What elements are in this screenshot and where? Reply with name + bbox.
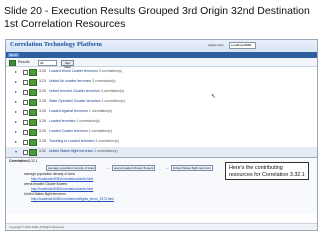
result-score: 3.25 xyxy=(39,139,46,143)
result-label[interactable]: United States flight terrorism 1 correla… xyxy=(49,149,117,153)
expand-caret-icon[interactable]: ▸ xyxy=(15,139,17,144)
result-icon xyxy=(29,119,37,126)
expand-caret-icon[interactable]: ▾ xyxy=(15,149,17,154)
row-checkbox[interactable] xyxy=(23,149,28,155)
app-header: Correlation Technology Platform Applet H… xyxy=(6,40,317,52)
result-label[interactable]: Loaded terrorism 1 correlation(s) xyxy=(49,119,100,123)
flow-node[interactable]: United States flight terrorism xyxy=(171,165,213,171)
result-score: 3.25 xyxy=(39,69,46,73)
result-score: 3.32 xyxy=(39,149,46,153)
app-title: Correlation Technology Platform xyxy=(10,41,102,48)
result-icon xyxy=(29,89,37,96)
flow-node[interactable]: average population density of Area xyxy=(46,165,97,171)
result-score: 3.25 xyxy=(39,109,46,113)
resource-link[interactable]: http://localhost:8080/correlations/fligh… xyxy=(24,197,174,202)
row-checkbox[interactable] xyxy=(23,109,28,115)
result-label[interactable]: United terrorist Cluatier terrorism 3 co… xyxy=(49,89,124,93)
result-score: 3.23 xyxy=(39,79,46,83)
applet-host-label: Applet Host: xyxy=(208,43,225,47)
list-item[interactable]: ▸ 3.25 Loaded Cuatier terrorism 1 correl… xyxy=(6,127,317,137)
list-item[interactable]: ▸ 3.25 United terrorist Cluatier terrori… xyxy=(6,87,317,97)
row-checkbox[interactable] xyxy=(23,99,28,105)
list-item[interactable]: ▸ 3.25 Traveling to Loaded terrorism 1 c… xyxy=(6,137,317,147)
result-score: 3.25 xyxy=(39,129,46,133)
resource-link[interactable]: http://localhost:8080/correlations/area.… xyxy=(24,177,174,182)
list-item[interactable]: ▸ 3.25 Loaded Against terrorism 1 correl… xyxy=(6,107,317,117)
list-item[interactable]: ▾ 3.32 United States flight terrorism 1 … xyxy=(6,147,317,157)
app-window: Correlation Technology Platform Applet H… xyxy=(5,39,318,231)
expand-caret-icon[interactable]: ▸ xyxy=(15,129,17,134)
row-checkbox[interactable] xyxy=(23,89,28,95)
expand-caret-icon[interactable]: ▸ xyxy=(15,109,17,114)
slide-title-line2: 1st Correlation Resources xyxy=(4,18,126,30)
expand-caret-icon[interactable]: ▸ xyxy=(15,99,17,104)
result-label[interactable]: Loaded Against terrorism 1 correlation(s… xyxy=(49,109,112,113)
results-filter-select[interactable]: All xyxy=(38,59,57,66)
result-icon xyxy=(29,139,37,146)
expand-caret-icon[interactable]: ▸ xyxy=(15,89,17,94)
slide-title-line1: Slide 20 - Execution Results Grouped 3rd… xyxy=(4,5,310,17)
row-checkbox[interactable] xyxy=(23,139,28,145)
result-icon xyxy=(29,79,37,86)
row-checkbox[interactable] xyxy=(23,129,28,135)
result-label[interactable]: Traveling to Loaded terrorism 1 correlat… xyxy=(49,139,119,143)
result-score: 3.25 xyxy=(39,89,46,93)
row-checkbox[interactable] xyxy=(23,79,28,85)
result-score: 3.28 xyxy=(39,119,46,123)
get-data-button[interactable]: Get Data xyxy=(61,59,74,69)
list-item[interactable]: ▸ 3.25 Loaded World Cuatier terrorism 3 … xyxy=(6,67,317,77)
slide-title: Slide 20 - Execution Results Grouped 3rd… xyxy=(4,5,316,31)
correlation-title: Correlation: xyxy=(9,159,29,163)
mouse-cursor-icon: ↖ xyxy=(211,94,217,100)
list-item[interactable]: ▸ 3.23 United Air cluatier terrorism 3 c… xyxy=(6,77,317,87)
grid-icon[interactable] xyxy=(9,60,16,66)
result-score: 3.25 xyxy=(39,99,46,103)
row-checkbox[interactable] xyxy=(23,69,28,75)
menu-item[interactable]: Menu xyxy=(8,53,19,57)
correlation-id: 3.32.1 xyxy=(28,159,38,163)
toolbar: Results All Get Data xyxy=(6,58,317,69)
flow-node[interactable]: arena headed Cluster flowers xyxy=(112,165,156,171)
result-icon xyxy=(29,129,37,136)
row-checkbox[interactable] xyxy=(23,119,28,125)
result-label[interactable]: United Air cluatier terrorism 3 correlat… xyxy=(49,79,116,83)
expand-caret-icon[interactable]: ▸ xyxy=(15,69,17,74)
results-label: Results xyxy=(18,59,30,64)
annotation-callout: Here's the contributing resources for Co… xyxy=(225,162,309,180)
result-icon xyxy=(29,149,37,156)
expand-caret-icon[interactable]: ▸ xyxy=(15,119,17,124)
resource-group: United States flight terrorism http://lo… xyxy=(24,192,174,201)
resource-group: arena headed Cluster flowers http://loca… xyxy=(24,182,174,191)
resource-link[interactable]: http://localhost:8080/correlations/area.… xyxy=(24,187,174,192)
resource-group: average population density of Area http:… xyxy=(24,172,174,181)
result-icon xyxy=(29,69,37,76)
arrow-right-icon: → xyxy=(165,165,169,170)
result-label[interactable]: Loaded Cuatier terrorism 1 correlation(s… xyxy=(49,129,112,133)
list-item[interactable]: ▸ 3.28 Loaded terrorism 1 correlation(s) xyxy=(6,117,317,127)
status-bar: Copyright © 2001-2009. All Rights Reserv… xyxy=(6,223,317,230)
expand-caret-icon[interactable]: ▸ xyxy=(15,79,17,84)
arrow-right-icon: → xyxy=(106,165,110,170)
result-icon xyxy=(29,99,37,106)
result-label[interactable]: Loaded World Cuatier terrorism 3 correla… xyxy=(49,69,122,73)
list-item[interactable]: ▸ 3.25 State Operated Cluatier terrorism… xyxy=(6,97,317,107)
result-label[interactable]: State Operated Cluatier terrorism 1 corr… xyxy=(49,99,125,103)
applet-host-select[interactable]: Localhost:8080 xyxy=(229,42,256,49)
result-icon xyxy=(29,109,37,116)
